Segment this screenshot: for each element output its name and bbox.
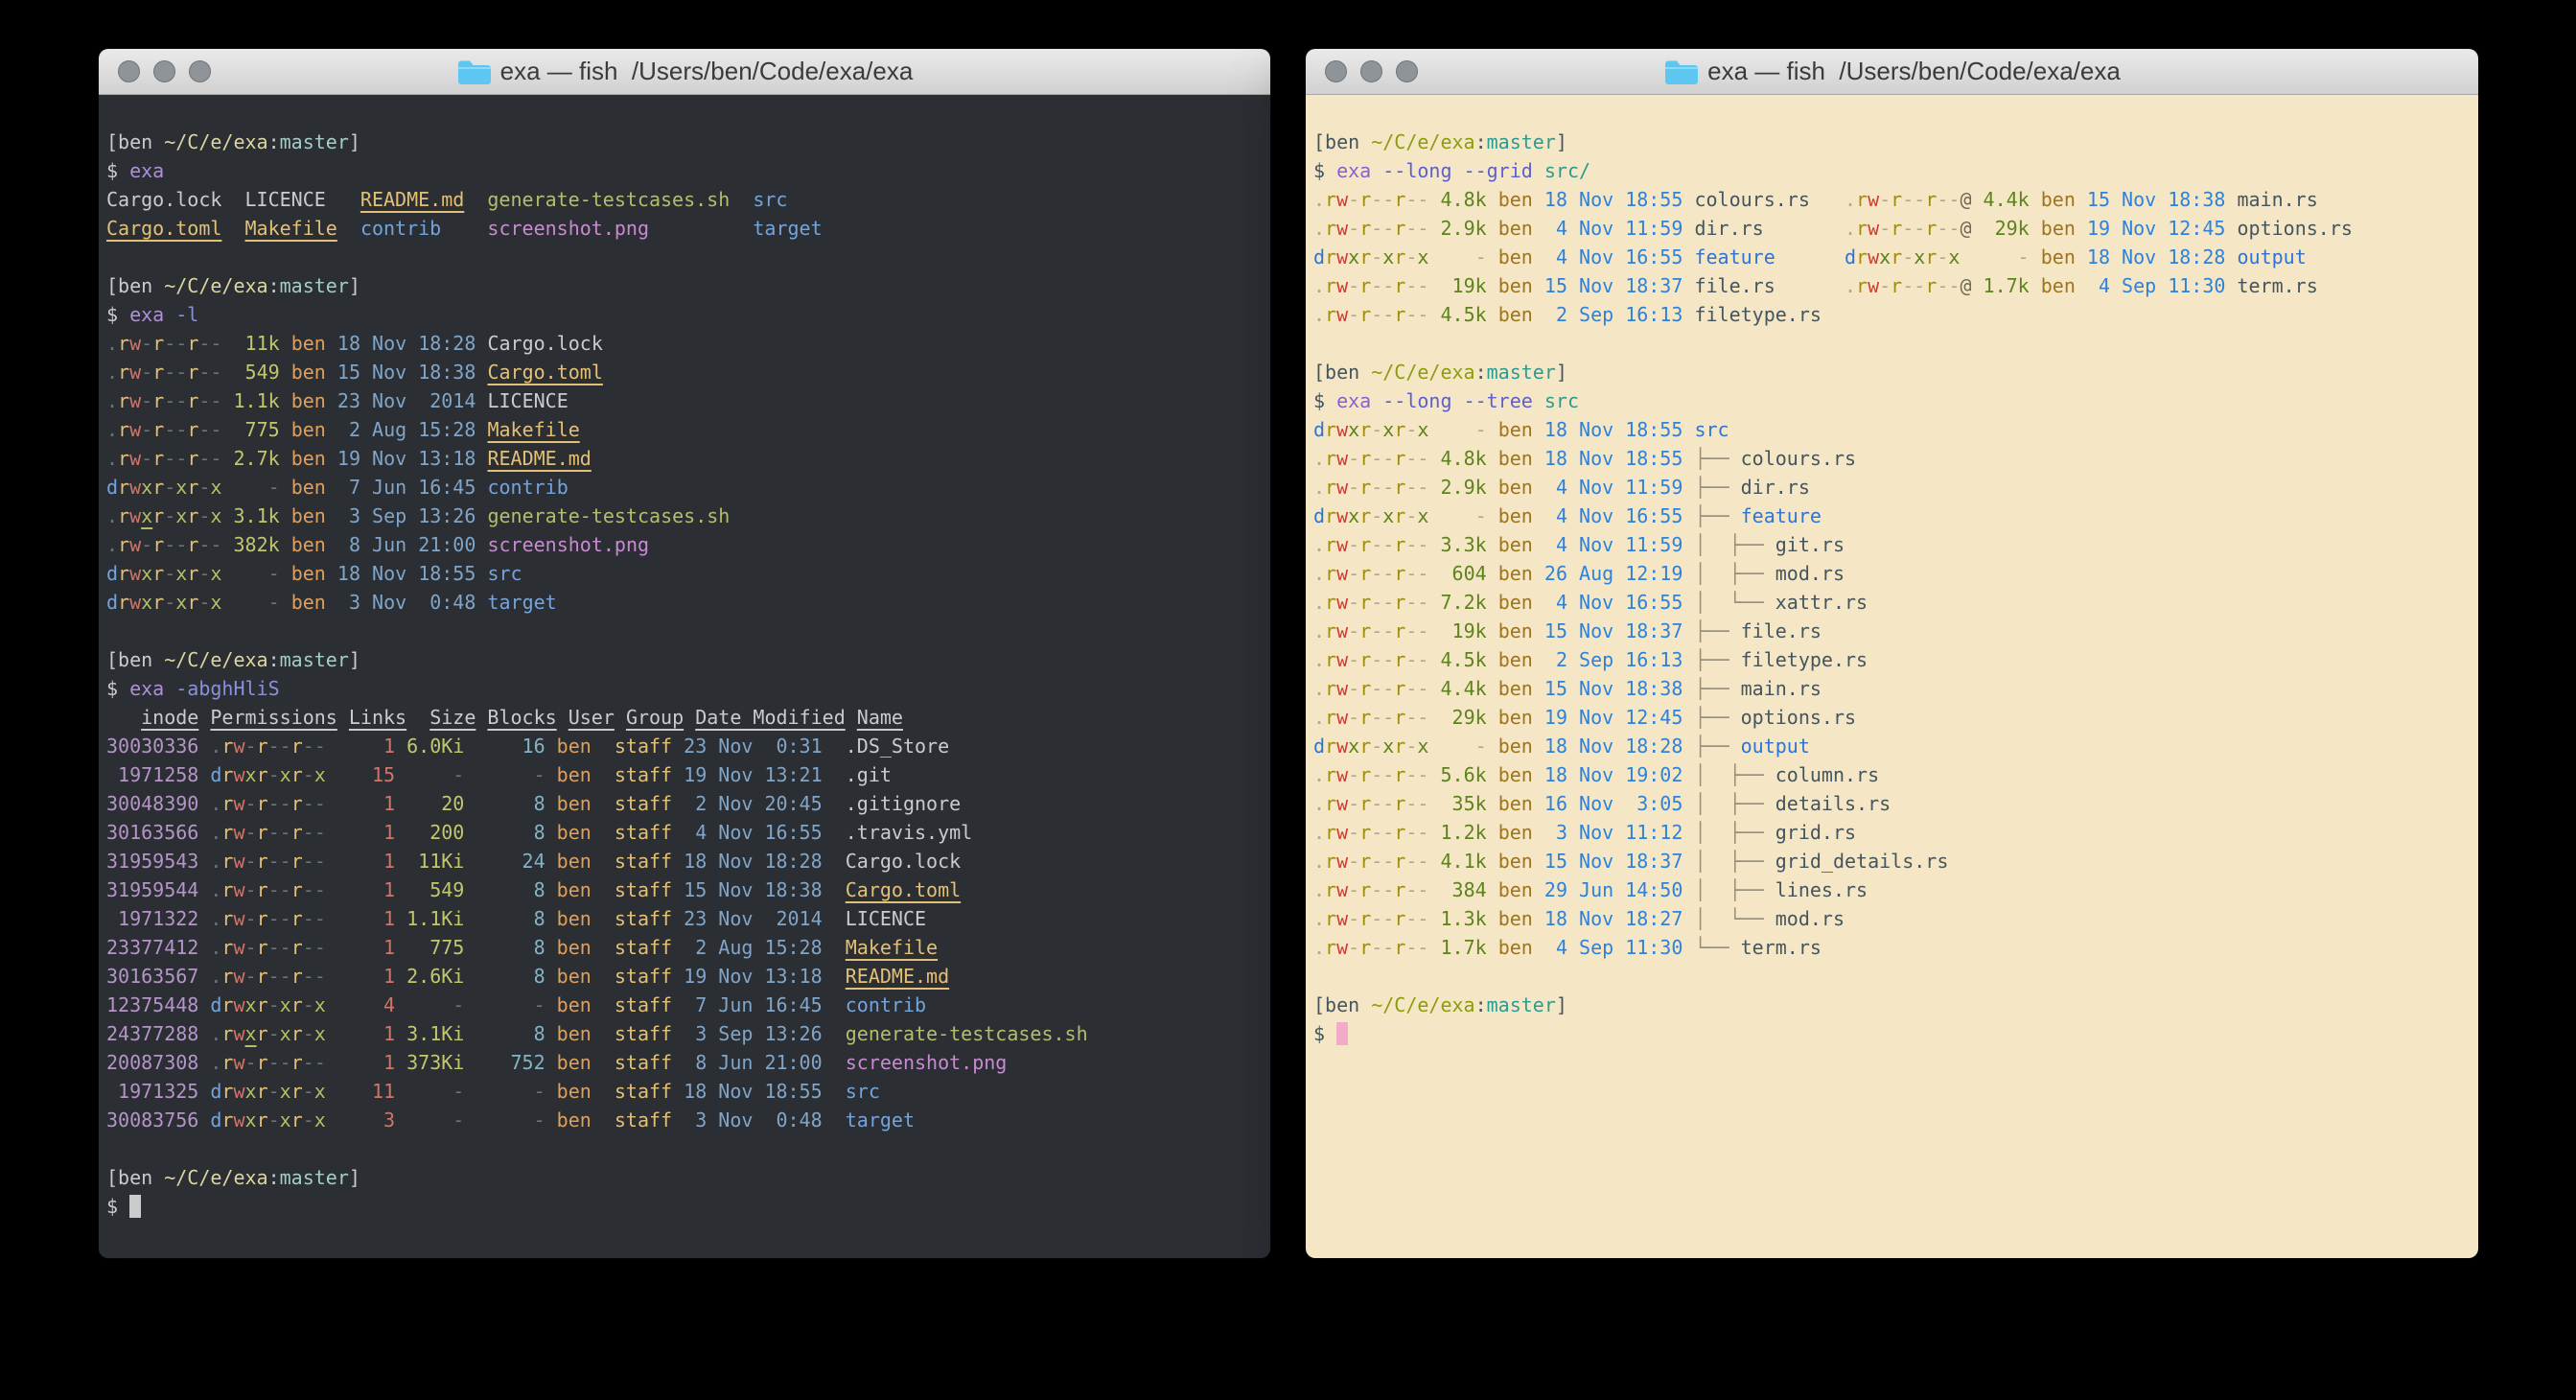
folder-icon	[456, 58, 491, 86]
terminal-line: drwxr-xr-x - ben 4 Nov 16:55 feature drw…	[1313, 243, 2478, 271]
terminal-line: .rw-r--r-- 4.5k ben 2 Sep 16:13 ├── file…	[1313, 645, 2478, 674]
terminal-line	[1313, 329, 2478, 358]
terminal-line	[106, 1134, 1270, 1163]
terminal-line: .rw-r--r-- 29k ben 19 Nov 12:45 ├── opti…	[1313, 703, 2478, 732]
terminal-line: drwxr-xr-x - ben 18 Nov 18:55 src	[106, 559, 1270, 588]
terminal-line: [ben ~/C/e/exa:master]	[106, 128, 1270, 156]
terminal-line: 12375448 drwxr-xr-x 4 - - ben staff 7 Ju…	[106, 991, 1270, 1019]
terminal-line: 1971325 drwxr-xr-x 11 - - ben staff 18 N…	[106, 1077, 1270, 1106]
terminal-line: 20087308 .rw-r--r-- 1 373Ki 752 ben staf…	[106, 1048, 1270, 1077]
terminal-line: .rw-r--r-- 1.2k ben 3 Nov 11:12 │ ├── gr…	[1313, 818, 2478, 847]
terminal-line: 1971322 .rw-r--r-- 1 1.1Ki 8 ben staff 2…	[106, 904, 1270, 933]
minimize-button[interactable]	[153, 60, 175, 82]
window-title: exa — fish /Users/ben/Code/exa/exa	[1663, 57, 2121, 86]
close-button[interactable]	[118, 60, 140, 82]
terminal-line	[106, 243, 1270, 271]
terminal-line: .rw-r--r-- 1.3k ben 18 Nov 18:27 │ └── m…	[1313, 904, 2478, 933]
terminal-line: drwxr-xr-x - ben 18 Nov 18:55 src	[1313, 415, 2478, 444]
minimize-button[interactable]	[1360, 60, 1382, 82]
terminal-line: 1971258 drwxr-xr-x 15 - - ben staff 19 N…	[106, 760, 1270, 789]
terminal-line: .rw-r--r-- 35k ben 16 Nov 3:05 │ ├── det…	[1313, 789, 2478, 818]
terminal-line: [ben ~/C/e/exa:master]	[106, 271, 1270, 300]
terminal-line: .rw-r--r-- 2.9k ben 4 Nov 11:59 ├── dir.…	[1313, 473, 2478, 502]
terminal-line: 30030336 .rw-r--r-- 1 6.0Ki 16 ben staff…	[106, 732, 1270, 760]
terminal-line: $ exa -abghHliS	[106, 674, 1270, 703]
terminal-cursor	[1336, 1022, 1348, 1045]
terminal-line	[106, 617, 1270, 645]
terminal-line: .rw-r--r-- 19k ben 15 Nov 18:37 ├── file…	[1313, 617, 2478, 645]
terminal-line: .rw-r--r-- 775 ben 2 Aug 15:28 Makefile	[106, 415, 1270, 444]
terminal-line: [ben ~/C/e/exa:master]	[106, 1163, 1270, 1192]
terminal-line: [ben ~/C/e/exa:master]	[1313, 128, 2478, 156]
terminal-line: 30083756 drwxr-xr-x 3 - - ben staff 3 No…	[106, 1106, 1270, 1134]
terminal-line: .rw-r--r-- 384 ben 29 Jun 14:50 │ ├── li…	[1313, 875, 2478, 904]
terminal-line: [ben ~/C/e/exa:master]	[1313, 358, 2478, 386]
terminal-line: .rw-r--r-- 604 ben 26 Aug 12:19 │ ├── mo…	[1313, 559, 2478, 588]
terminal-line: $ exa --long --tree src	[1313, 386, 2478, 415]
terminal-line: $ exa	[106, 156, 1270, 185]
terminal-line: Cargo.lock LICENCE README.md generate-te…	[106, 185, 1270, 214]
terminal-line: 30163566 .rw-r--r-- 1 200 8 ben staff 4 …	[106, 818, 1270, 847]
titlebar[interactable]: exa — fish /Users/ben/Code/exa/exa	[99, 49, 1270, 95]
terminal-cursor	[129, 1195, 141, 1218]
terminal-screen[interactable]: [ben ~/C/e/exa:master]$ exa --long --gri…	[1306, 95, 2478, 1258]
terminal-screen[interactable]: [ben ~/C/e/exa:master]$ exaCargo.lock LI…	[99, 95, 1270, 1258]
terminal-line: 23377412 .rw-r--r-- 1 775 8 ben staff 2 …	[106, 933, 1270, 962]
window-title: exa — fish /Users/ben/Code/exa/exa	[456, 57, 914, 86]
terminal-line: .rw-r--r-- 1.7k ben 4 Sep 11:30 └── term…	[1313, 933, 2478, 962]
terminal-line: .rw-r--r-- 4.5k ben 2 Sep 16:13 filetype…	[1313, 300, 2478, 329]
window-title-text: exa — fish /Users/ben/Code/exa/exa	[1707, 57, 2121, 86]
zoom-button[interactable]	[189, 60, 211, 82]
terminal-line: .rw-r--r-- 2.9k ben 4 Nov 11:59 dir.rs .…	[1313, 214, 2478, 243]
terminal-line: .rw-r--r-- 2.7k ben 19 Nov 13:18 README.…	[106, 444, 1270, 473]
terminal-line: 31959544 .rw-r--r-- 1 549 8 ben staff 15…	[106, 875, 1270, 904]
terminal-line: drwxr-xr-x - ben 3 Nov 0:48 target	[106, 588, 1270, 617]
terminal-line: .rw-r--r-- 1.1k ben 23 Nov 2014 LICENCE	[106, 386, 1270, 415]
terminal-line: [ben ~/C/e/exa:master]	[106, 645, 1270, 674]
terminal-line: inode Permissions Links Size Blocks User…	[106, 703, 1270, 732]
terminal-line: $	[1313, 1019, 2478, 1048]
folder-icon	[1663, 58, 1698, 86]
terminal-line: $	[106, 1192, 1270, 1221]
terminal-line: .rw-r--r-- 5.6k ben 18 Nov 19:02 │ ├── c…	[1313, 760, 2478, 789]
terminal-line: drwxr-xr-x - ben 7 Jun 16:45 contrib	[106, 473, 1270, 502]
terminal-line: .rw-r--r-- 3.3k ben 4 Nov 11:59 │ ├── gi…	[1313, 530, 2478, 559]
titlebar[interactable]: exa — fish /Users/ben/Code/exa/exa	[1306, 49, 2478, 95]
zoom-button[interactable]	[1396, 60, 1418, 82]
terminal-line: 24377288 .rwxr-xr-x 1 3.1Ki 8 ben staff …	[106, 1019, 1270, 1048]
terminal-line	[1313, 962, 2478, 991]
close-button[interactable]	[1325, 60, 1347, 82]
window-controls	[1325, 49, 1418, 94]
terminal-line: .rw-r--r-- 4.4k ben 15 Nov 18:38 ├── mai…	[1313, 674, 2478, 703]
terminal-window-left: exa — fish /Users/ben/Code/exa/exa [ben …	[99, 49, 1270, 1258]
terminal-line: 30048390 .rw-r--r-- 1 20 8 ben staff 2 N…	[106, 789, 1270, 818]
terminal-line: .rwxr-xr-x 3.1k ben 3 Sep 13:26 generate…	[106, 502, 1270, 530]
terminal-line: .rw-r--r-- 4.8k ben 18 Nov 18:55 ├── col…	[1313, 444, 2478, 473]
terminal-line: $ exa -l	[106, 300, 1270, 329]
terminal-window-right: exa — fish /Users/ben/Code/exa/exa [ben …	[1306, 49, 2478, 1258]
terminal-line: [ben ~/C/e/exa:master]	[1313, 991, 2478, 1019]
terminal-line: .rw-r--r-- 4.1k ben 15 Nov 18:37 │ ├── g…	[1313, 847, 2478, 875]
terminal-line: .rw-r--r-- 11k ben 18 Nov 18:28 Cargo.lo…	[106, 329, 1270, 358]
window-title-text: exa — fish /Users/ben/Code/exa/exa	[500, 57, 914, 86]
terminal-line: .rw-r--r-- 19k ben 15 Nov 18:37 file.rs …	[1313, 271, 2478, 300]
terminal-line: drwxr-xr-x - ben 18 Nov 18:28 ├── output	[1313, 732, 2478, 760]
terminal-line: Cargo.toml Makefile contrib screenshot.p…	[106, 214, 1270, 243]
desktop-background: { "palettes": { "dark": { "fg":"#c8ccce"…	[0, 0, 2576, 1400]
terminal-line: $ exa --long --grid src/	[1313, 156, 2478, 185]
terminal-line: .rw-r--r-- 382k ben 8 Jun 21:00 screensh…	[106, 530, 1270, 559]
terminal-line: .rw-r--r-- 7.2k ben 4 Nov 16:55 │ └── xa…	[1313, 588, 2478, 617]
terminal-line: .rw-r--r-- 4.8k ben 18 Nov 18:55 colours…	[1313, 185, 2478, 214]
terminal-line: 30163567 .rw-r--r-- 1 2.6Ki 8 ben staff …	[106, 962, 1270, 991]
terminal-line: .rw-r--r-- 549 ben 15 Nov 18:38 Cargo.to…	[106, 358, 1270, 386]
terminal-line: drwxr-xr-x - ben 4 Nov 16:55 ├── feature	[1313, 502, 2478, 530]
window-controls	[118, 49, 211, 94]
terminal-line: 31959543 .rw-r--r-- 1 11Ki 24 ben staff …	[106, 847, 1270, 875]
